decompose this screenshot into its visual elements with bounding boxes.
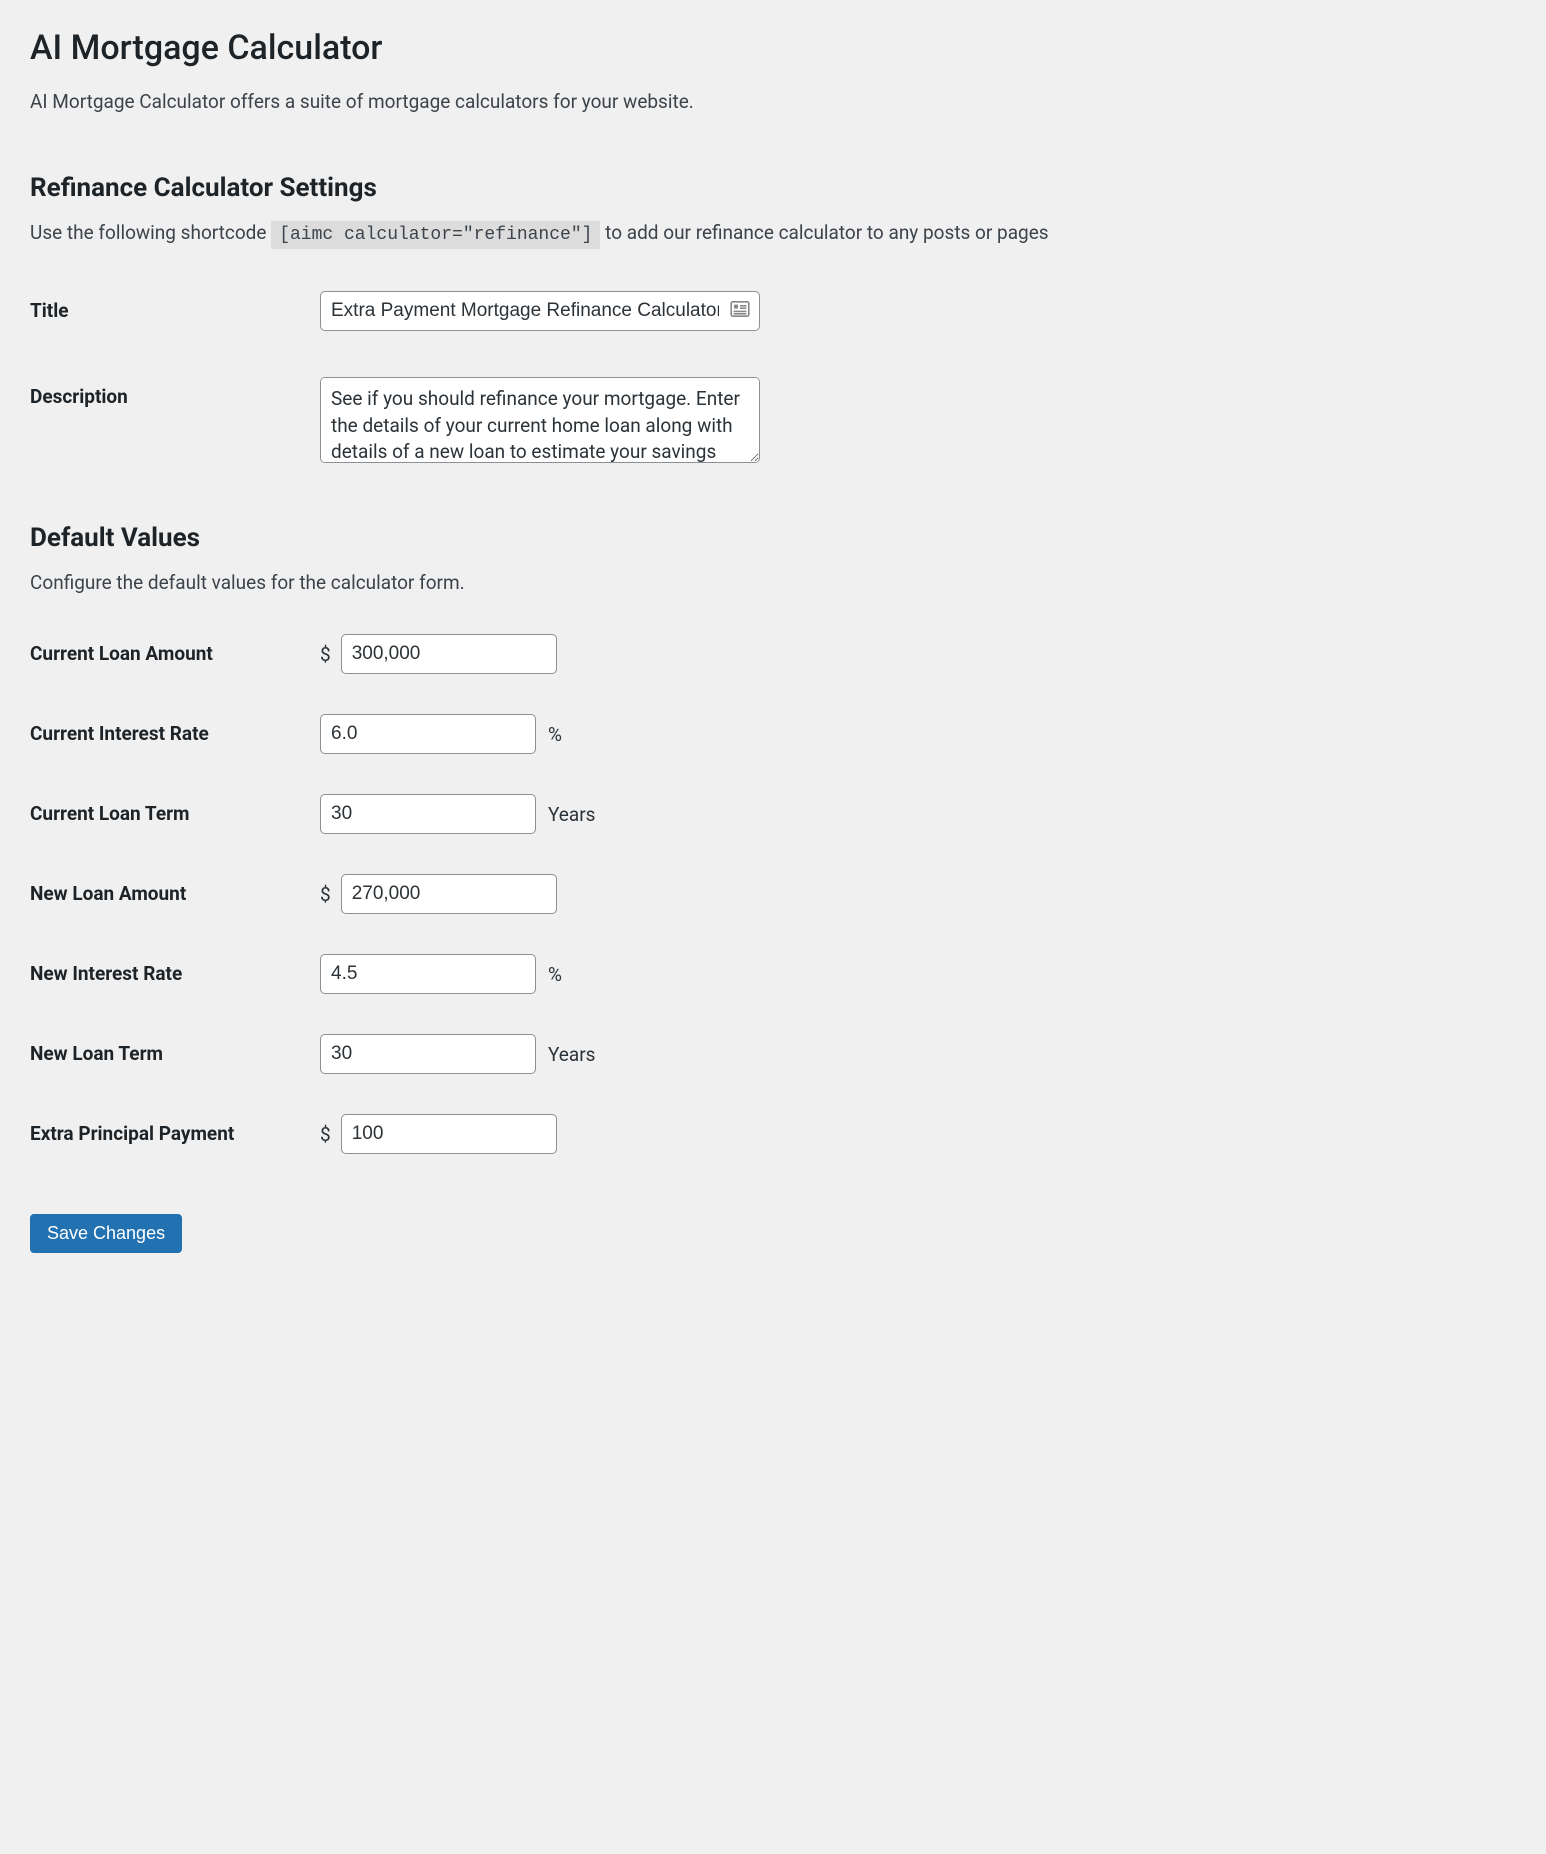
- save-changes-button[interactable]: Save Changes: [30, 1214, 182, 1253]
- extra-principal-payment-input[interactable]: [341, 1114, 557, 1154]
- new-loan-term-label: New Loan Term: [30, 1034, 320, 1065]
- new-loan-amount-label: New Loan Amount: [30, 874, 320, 905]
- description-label: Description: [30, 377, 320, 408]
- new-interest-rate-label: New Interest Rate: [30, 954, 320, 985]
- current-loan-amount-input[interactable]: [341, 634, 557, 674]
- refinance-desc-pre: Use the following shortcode: [30, 221, 271, 244]
- title-input[interactable]: [320, 291, 760, 331]
- percent-suffix: %: [548, 963, 562, 986]
- page-title: AI Mortgage Calculator: [30, 28, 1516, 68]
- description-textarea[interactable]: [320, 377, 760, 463]
- percent-suffix: %: [548, 723, 562, 746]
- page-intro: AI Mortgage Calculator offers a suite of…: [30, 90, 1516, 113]
- years-suffix: Years: [548, 803, 595, 826]
- dollar-prefix: $: [320, 643, 331, 666]
- refinance-settings-heading: Refinance Calculator Settings: [30, 173, 1516, 203]
- current-interest-rate-input[interactable]: [320, 714, 536, 754]
- refinance-desc-post: to add our refinance calculator to any p…: [605, 221, 1048, 244]
- refinance-settings-desc: Use the following shortcode [aimc calcul…: [30, 221, 1516, 245]
- default-values-desc: Configure the default values for the cal…: [30, 571, 1516, 594]
- current-interest-rate-label: Current Interest Rate: [30, 714, 320, 745]
- years-suffix: Years: [548, 1043, 595, 1066]
- current-loan-term-input[interactable]: [320, 794, 536, 834]
- extra-principal-payment-label: Extra Principal Payment: [30, 1114, 320, 1145]
- new-interest-rate-input[interactable]: [320, 954, 536, 994]
- refinance-shortcode: [aimc calculator="refinance"]: [271, 221, 600, 249]
- dollar-prefix: $: [320, 1123, 331, 1146]
- current-loan-term-label: Current Loan Term: [30, 794, 320, 825]
- default-values-heading: Default Values: [30, 523, 1516, 553]
- new-loan-term-input[interactable]: [320, 1034, 536, 1074]
- dollar-prefix: $: [320, 883, 331, 906]
- new-loan-amount-input[interactable]: [341, 874, 557, 914]
- title-label: Title: [30, 291, 320, 322]
- current-loan-amount-label: Current Loan Amount: [30, 634, 320, 665]
